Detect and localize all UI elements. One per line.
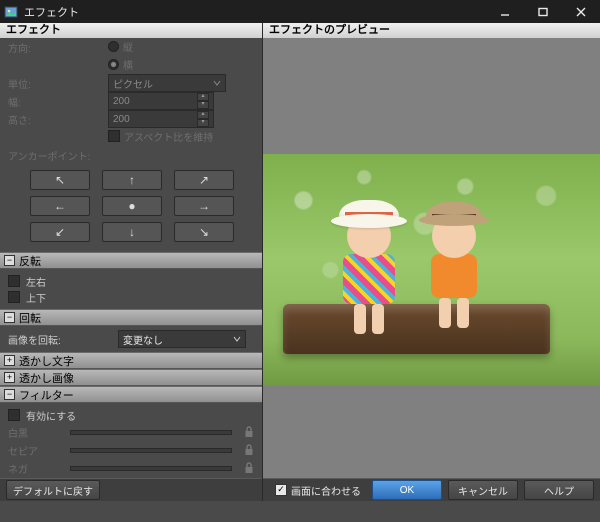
filter-enable-checkbox[interactable]: 有効にする: [8, 407, 254, 423]
anchor-btn-s[interactable]: ↓: [102, 222, 162, 242]
group-overlay-image[interactable]: +透かし画像: [0, 369, 262, 386]
height-row: 高さ: 200 ▴▾: [0, 110, 262, 128]
right-panel-header: エフェクトのプレビュー: [263, 23, 600, 38]
flip-ud-checkbox[interactable]: 上下: [8, 289, 254, 305]
window-titlebar: エフェクト: [0, 0, 600, 23]
minus-icon: −: [4, 389, 15, 400]
left-panel: エフェクト 方向: 縦 横 単位: ピクセル: [0, 23, 262, 501]
radio-horizontal[interactable]: 横: [108, 57, 133, 72]
width-label: 幅:: [8, 94, 108, 109]
window-title: エフェクト: [24, 4, 79, 20]
minimize-button[interactable]: [486, 0, 524, 23]
height-spinner[interactable]: 200 ▴▾: [108, 110, 214, 128]
anchor-grid: ↖ ↑ ↗ ← ● → ↙ ↓ ↘: [0, 164, 262, 252]
filter-neg-slider[interactable]: [70, 466, 232, 471]
direction-row: 方向: 縦: [0, 38, 262, 56]
right-panel: エフェクトのプレビュー ✓画面に合わせる OK: [262, 23, 600, 501]
plus-icon: +: [4, 372, 15, 383]
app-icon: [4, 5, 18, 19]
anchor-btn-se[interactable]: ↘: [174, 222, 234, 242]
close-button[interactable]: [562, 0, 600, 23]
group-flip[interactable]: −反転: [0, 252, 262, 269]
lock-icon: [244, 444, 254, 456]
width-down[interactable]: ▾: [197, 101, 209, 109]
width-spinner[interactable]: 200 ▴▾: [108, 92, 214, 110]
preview-image: [263, 154, 600, 386]
left-footer: デフォルトに戻す: [0, 478, 262, 501]
keep-ratio-checkbox[interactable]: アスペクト比を維持: [108, 129, 213, 144]
unit-select[interactable]: ピクセル: [108, 74, 226, 92]
filter-bw-row: 白黒: [8, 423, 254, 441]
height-down[interactable]: ▾: [197, 119, 209, 127]
direction-row-2: 横: [0, 56, 262, 74]
filter-bw-slider[interactable]: [70, 430, 232, 435]
anchor-btn-sw[interactable]: ↙: [30, 222, 90, 242]
reset-defaults-button[interactable]: デフォルトに戻す: [6, 480, 100, 500]
filter-sepia-row: セピア: [8, 441, 254, 459]
anchor-btn-e[interactable]: →: [174, 196, 234, 216]
lock-icon: [244, 462, 254, 474]
maximize-button[interactable]: [524, 0, 562, 23]
width-row: 幅: 200 ▴▾: [0, 92, 262, 110]
unit-label: 単位:: [8, 76, 108, 91]
height-label: 高さ:: [8, 112, 108, 127]
anchor-btn-n[interactable]: ↑: [102, 170, 162, 190]
photo-child-left: [343, 214, 395, 334]
rotate-label: 画像を回転:: [8, 332, 118, 347]
lock-icon: [244, 426, 254, 438]
keep-ratio-row: アスペクト比を維持: [0, 128, 262, 146]
minus-icon: −: [4, 312, 15, 323]
ok-button[interactable]: OK: [372, 480, 442, 500]
anchor-btn-ne[interactable]: ↗: [174, 170, 234, 190]
anchor-label-row: アンカーポイント:: [0, 146, 262, 164]
photo-child-right: [431, 214, 477, 328]
filter-sepia-slider[interactable]: [70, 448, 232, 453]
plus-icon: +: [4, 355, 15, 366]
anchor-btn-c[interactable]: ●: [102, 196, 162, 216]
minus-icon: −: [4, 255, 15, 266]
group-overlay-text[interactable]: +透かし文字: [0, 352, 262, 369]
width-up[interactable]: ▴: [197, 93, 209, 101]
left-panel-header: エフェクト: [0, 23, 262, 38]
anchor-label: アンカーポイント:: [8, 148, 90, 163]
direction-label: 方向:: [8, 40, 108, 55]
flip-lr-checkbox[interactable]: 左右: [8, 273, 254, 289]
fit-to-screen-checkbox[interactable]: ✓画面に合わせる: [275, 483, 361, 498]
height-up[interactable]: ▴: [197, 111, 209, 119]
right-footer: ✓画面に合わせる OK キャンセル ヘルプ: [263, 478, 600, 501]
anchor-btn-w[interactable]: ←: [30, 196, 90, 216]
cancel-button[interactable]: キャンセル: [448, 480, 518, 500]
group-rotate[interactable]: −回転: [0, 309, 262, 326]
group-filter[interactable]: −フィルター: [0, 386, 262, 403]
filter-neg-row: ネガ: [8, 459, 254, 477]
help-button[interactable]: ヘルプ: [524, 480, 594, 500]
rotate-select[interactable]: 変更なし: [118, 330, 246, 348]
anchor-btn-nw[interactable]: ↖: [30, 170, 90, 190]
unit-row: 単位: ピクセル: [0, 74, 262, 92]
preview-area: [263, 38, 600, 478]
radio-vertical[interactable]: 縦: [108, 39, 133, 54]
